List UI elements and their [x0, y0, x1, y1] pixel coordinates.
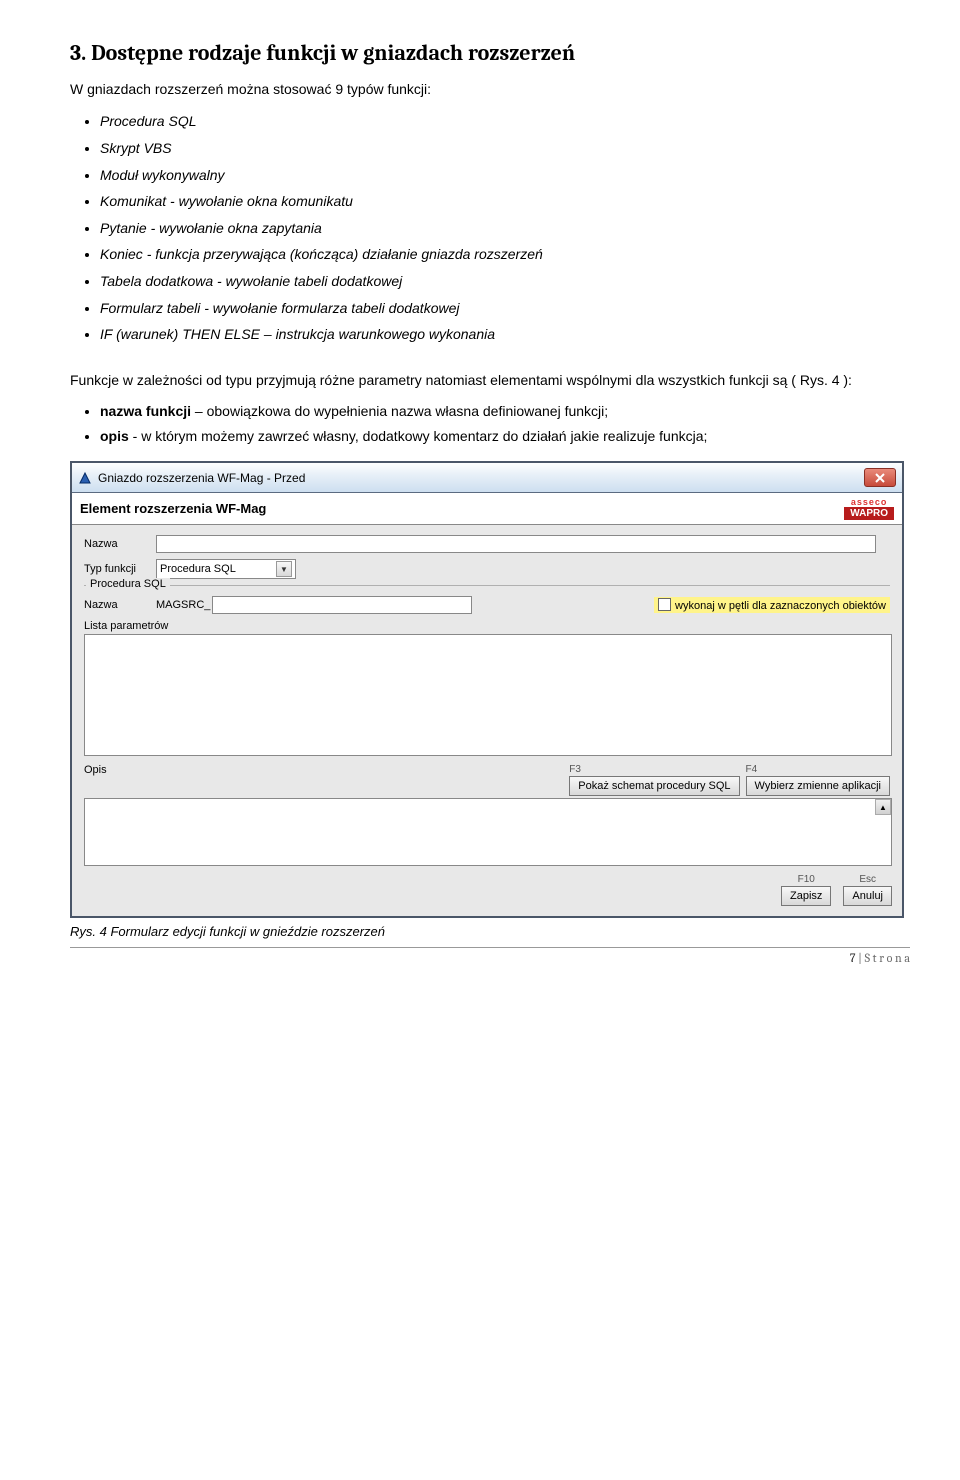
brand-bottom: WAPRO — [844, 507, 894, 520]
list-item: Tabela dodatkowa - wywołanie tabeli doda… — [100, 268, 910, 295]
esc-key-label: Esc — [859, 874, 876, 885]
brand-top: asseco — [851, 497, 888, 507]
bullet-term: nazwa funkcji — [100, 403, 191, 419]
list-item: Komunikat - wywołanie okna komunikatu — [100, 188, 910, 215]
f4-key-label: F4 — [746, 764, 758, 775]
typ-select[interactable]: Procedura SQL ▼ — [156, 559, 296, 579]
prefix-text: MAGSRC_ — [156, 599, 210, 611]
bullet-desc: - w którym możemy zawrzeć własny, dodatk… — [129, 428, 708, 444]
function-types-list: Procedura SQL Skrypt VBS Moduł wykonywal… — [100, 108, 910, 347]
subheader-title: Element rozszerzenia WF-Mag — [80, 501, 266, 516]
list-item: IF (warunek) THEN ELSE – instrukcja waru… — [100, 321, 910, 348]
param-listbox[interactable] — [84, 634, 892, 756]
loop-label: wykonaj w pętli dla zaznaczonych obiektó… — [675, 600, 886, 612]
scroll-up-icon[interactable]: ▲ — [875, 799, 891, 815]
figure-caption: Rys. 4 Formularz edycji funkcji w gnieźd… — [70, 924, 910, 939]
common-elements-list: nazwa funkcji – obowiązkowa do wypełnien… — [100, 399, 910, 449]
opis-label: Opis — [84, 764, 114, 776]
bullet-desc: – obowiązkowa do wypełnienia nazwa własn… — [191, 403, 608, 419]
cancel-button[interactable]: Anuluj — [843, 886, 892, 906]
section-heading: 3. Dostępne rodzaje funkcji w gniazdach … — [70, 40, 910, 66]
f10-key-label: F10 — [798, 874, 815, 885]
show-schema-button[interactable]: Pokaż schemat procedury SQL — [569, 776, 739, 796]
dialog-footer: F10 Zapisz Esc Anuluj — [72, 870, 902, 916]
f3-key-label: F3 — [569, 764, 581, 775]
nazwa-input[interactable] — [156, 535, 876, 553]
chevron-down-icon: ▼ — [276, 561, 292, 577]
nazwa-label: Nazwa — [84, 538, 156, 550]
dialog-window: Gniazdo rozszerzenia WF-Mag - Przed Elem… — [70, 461, 904, 918]
paragraph: Funkcje w zależności od typu przyjmują r… — [70, 368, 910, 393]
list-item: Skrypt VBS — [100, 135, 910, 162]
choose-vars-button[interactable]: Wybierz zmienne aplikacji — [746, 776, 890, 796]
save-button[interactable]: Zapisz — [781, 886, 831, 906]
form-area: Nazwa Typ funkcji Procedura SQL ▼ Proced… — [72, 525, 902, 870]
list-item: Formularz tabeli - wywołanie formularza … — [100, 295, 910, 322]
page-footer: 7 | S t r o n a — [70, 947, 910, 965]
list-item: Procedura SQL — [100, 108, 910, 135]
loop-checkbox[interactable] — [658, 598, 671, 611]
procname-input[interactable] — [212, 596, 472, 614]
nazwa2-label: Nazwa — [84, 599, 156, 611]
lista-label: Lista parametrów — [84, 620, 168, 632]
opis-textarea[interactable]: ▲ — [84, 798, 892, 866]
brand-logo: asseco WAPRO — [844, 497, 894, 520]
list-item: Pytanie - wywołanie okna zapytania — [100, 215, 910, 242]
page-suffix: | S t r o n a — [856, 951, 910, 965]
titlebar: Gniazdo rozszerzenia WF-Mag - Przed — [72, 463, 902, 493]
app-icon — [78, 471, 92, 485]
typ-value: Procedura SQL — [160, 563, 270, 575]
procedura-group: Procedura SQL Nazwa MAGSRC_ wykonaj w pę… — [84, 585, 890, 866]
intro-text: W gniazdach rozszerzeń można stosować 9 … — [70, 78, 910, 100]
list-item: Moduł wykonywalny — [100, 162, 910, 189]
group-title: Procedura SQL — [86, 578, 170, 590]
loop-option-highlight: wykonaj w pętli dla zaznaczonych obiektó… — [654, 597, 890, 613]
subheader: Element rozszerzenia WF-Mag asseco WAPRO — [72, 493, 902, 525]
list-item: opis - w którym możemy zawrzeć własny, d… — [100, 424, 910, 449]
typ-label: Typ funkcji — [84, 563, 156, 575]
list-item: Koniec - funkcja przerywająca (kończąca)… — [100, 241, 910, 268]
list-item: nazwa funkcji – obowiązkowa do wypełnien… — [100, 399, 910, 424]
window-title: Gniazdo rozszerzenia WF-Mag - Przed — [98, 471, 305, 485]
bullet-term: opis — [100, 428, 129, 444]
close-button[interactable] — [864, 468, 896, 487]
